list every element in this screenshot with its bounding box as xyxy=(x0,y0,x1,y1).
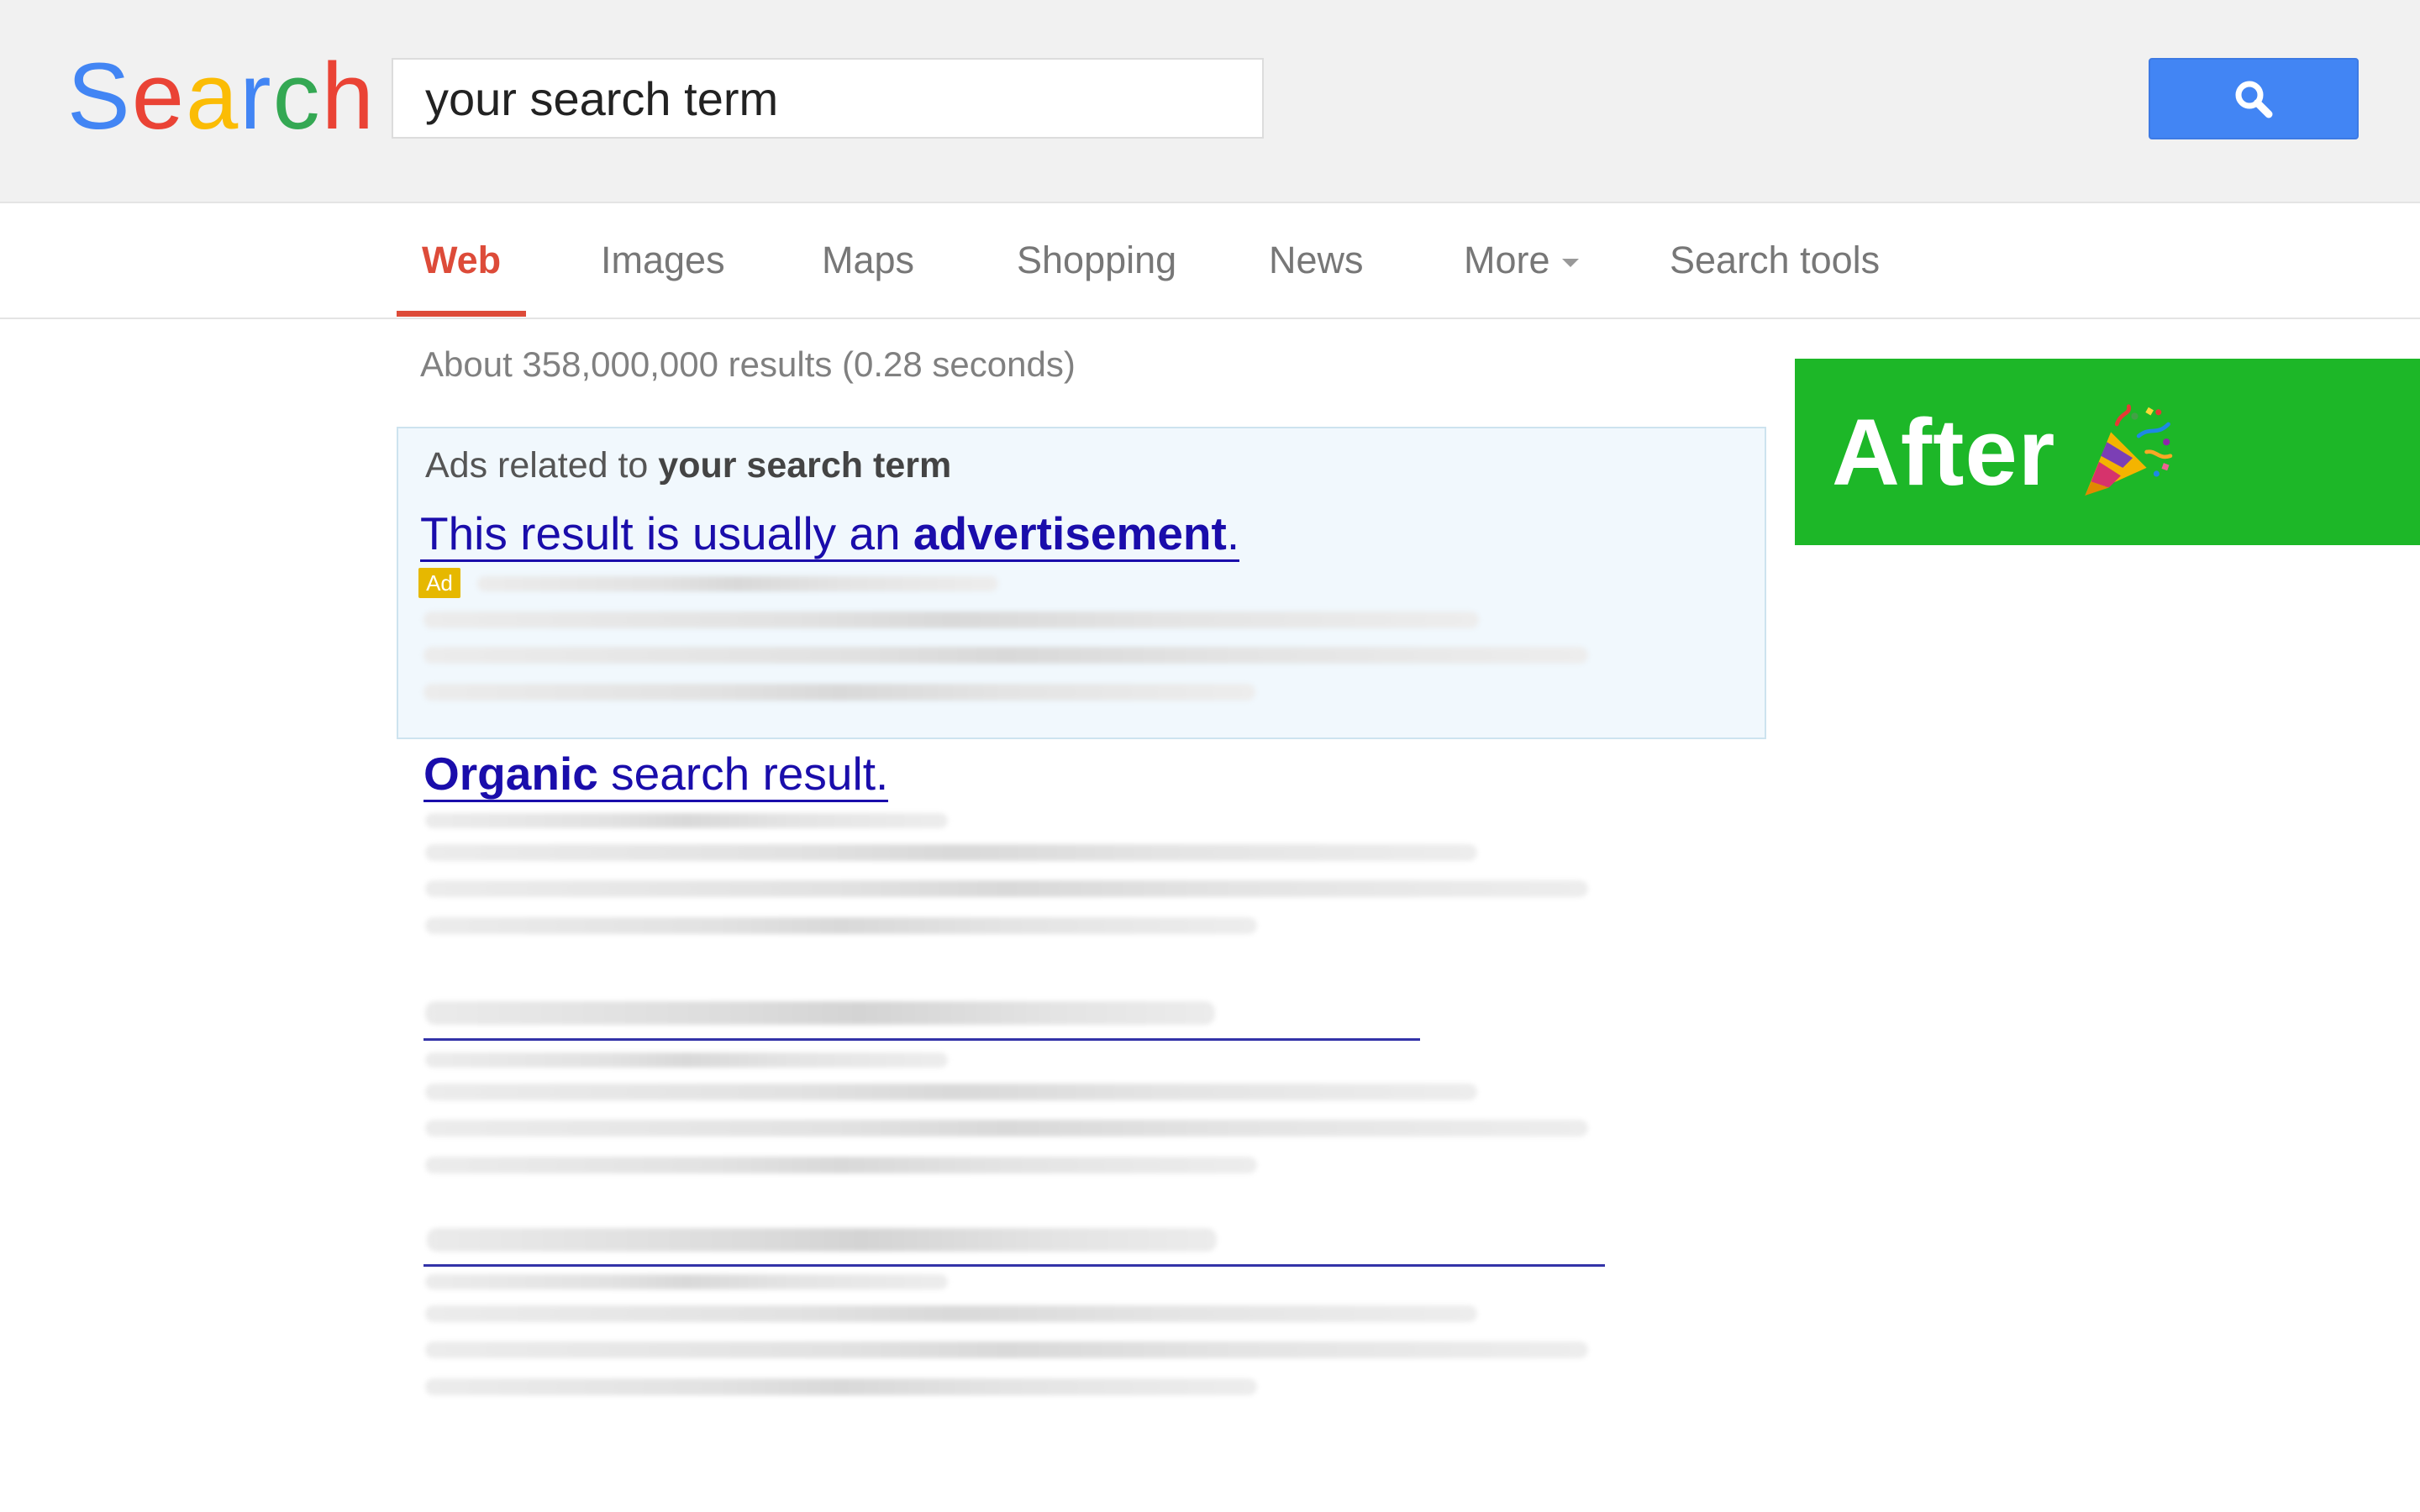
tab-more[interactable]: More xyxy=(1464,203,1579,318)
ad-url-placeholder xyxy=(477,576,998,591)
ad-title-bold: advertisement xyxy=(913,507,1227,559)
result-snippet-line xyxy=(425,1157,1257,1173)
organic-url-placeholder xyxy=(425,813,948,828)
result-url-placeholder xyxy=(425,1053,948,1068)
result-snippet-line xyxy=(425,1120,1588,1137)
organic-title-rest: search result. xyxy=(597,748,889,800)
organic-snippet-line xyxy=(425,880,1588,897)
ad-result-block: Ads related to your search term This res… xyxy=(397,427,1766,739)
tab-images[interactable]: Images xyxy=(601,203,725,318)
result-url-placeholder xyxy=(425,1274,948,1289)
active-tab-indicator xyxy=(397,311,526,317)
result-title-placeholder[interactable] xyxy=(427,1228,1217,1252)
result-snippet-line xyxy=(425,1084,1477,1100)
after-label: After xyxy=(1832,399,2056,505)
organic-title-bold: Organic xyxy=(424,748,598,800)
tab-shopping[interactable]: Shopping xyxy=(1017,203,1176,318)
logo-letter: S xyxy=(67,44,132,149)
search-header: Search xyxy=(0,0,2420,203)
ad-heading-prefix: Ads related to xyxy=(425,445,659,486)
search-logo[interactable]: Search xyxy=(67,42,376,151)
party-popper-icon xyxy=(2085,404,2173,496)
result-stats: About 358,000,000 results (0.28 seconds) xyxy=(420,344,1076,384)
ad-badge: Ad xyxy=(418,568,460,598)
tab-news[interactable]: News xyxy=(1269,203,1364,318)
organic-snippet-line xyxy=(425,844,1477,861)
tab-search-tools[interactable]: Search tools xyxy=(1670,203,1880,318)
ad-result-link[interactable]: This result is usually an advertisement. xyxy=(420,507,1240,562)
organic-result-link[interactable]: Organic search result. xyxy=(424,748,889,802)
logo-letter: r xyxy=(239,44,273,149)
ad-title-prefix: This result is usually an xyxy=(420,507,913,559)
ad-heading: Ads related to your search term xyxy=(425,445,951,486)
logo-letter: a xyxy=(186,44,240,149)
search-input[interactable] xyxy=(425,71,1262,126)
result-snippet-line xyxy=(425,1305,1477,1322)
result-link-underline xyxy=(424,1264,1605,1267)
after-banner: After xyxy=(1795,359,2420,545)
ad-title-suffix: . xyxy=(1226,507,1240,559)
tab-maps[interactable]: Maps xyxy=(822,203,914,318)
result-snippet-line xyxy=(425,1378,1257,1395)
ad-snippet-line xyxy=(424,684,1255,701)
logo-letter: e xyxy=(131,44,186,149)
organic-snippet-line xyxy=(425,917,1257,934)
logo-letter: h xyxy=(321,44,376,149)
search-box[interactable] xyxy=(392,58,1264,139)
ad-snippet-line xyxy=(424,612,1479,628)
ad-snippet-line xyxy=(424,647,1588,664)
chevron-down-icon xyxy=(1561,259,1579,268)
search-tabs: Web Images Maps Shopping News More Searc… xyxy=(0,203,2420,319)
magnifier-icon xyxy=(2235,81,2273,118)
result-title-placeholder[interactable] xyxy=(425,1001,1215,1025)
result-link-underline xyxy=(424,1038,1420,1041)
tab-web[interactable]: Web xyxy=(422,203,501,318)
result-snippet-line xyxy=(425,1341,1588,1358)
logo-letter: c xyxy=(272,44,322,149)
tab-more-label: More xyxy=(1464,239,1550,281)
ad-heading-term: your search term xyxy=(658,445,952,486)
search-button[interactable] xyxy=(2149,58,2359,139)
